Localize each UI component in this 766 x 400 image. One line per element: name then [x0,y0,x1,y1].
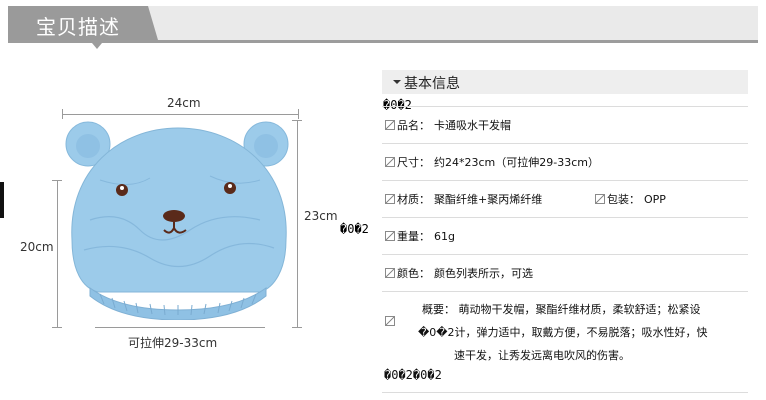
info-label: 包装： [607,193,640,206]
garbled-text-mid: �0�2 [340,222,369,236]
info-value: 卡通吸水干发帽 [434,119,511,132]
info-row-color: 颜色： 颜色列表所示，可选 [382,255,748,292]
width-dimension-line [62,114,298,115]
info-value: 颜色列表所示，可选 [434,267,533,280]
info-value: 聚酯纤维+聚丙烯纤维 [434,193,543,206]
info-row-weight: 重量： 61g [382,218,748,255]
info-value: 约24*23cm（可拉伸29-33cm） [434,156,599,169]
height-label-left: 20cm [20,240,54,254]
info-label: 颜色： [397,267,430,280]
width-tick-right [298,109,299,119]
right-tick-bottom [292,327,302,328]
bullet-icon [385,268,395,278]
bullet-icon [595,194,605,204]
info-row-size: 尺寸： 约24*23cm（可拉伸29-33cm） [382,144,748,181]
basic-info-header[interactable]: 基本信息 [382,70,748,94]
bullet-icon [385,231,395,241]
height-dimension-line-left [57,180,58,327]
garbled-text-bottom: �0�2�0�2 [384,368,442,382]
left-edge-marker [0,182,4,218]
summary-line-3: 速干发，让秀发远离电吹风的伤害。 [454,349,630,362]
info-value: OPP [644,192,666,206]
left-tick-bottom [52,327,62,328]
summary-text: 概要： 萌动物干发帽，聚酯纤维材质，柔软舒适；松紧设 �0�2计，弹力适中，取戴… [418,298,748,367]
height-label-right: 23cm [304,209,338,223]
info-row-name: 品名： 卡通吸水干发帽 [382,107,748,144]
basic-info-table: 品名： 卡通吸水干发帽 尺寸： 约24*23cm（可拉伸29-33cm） 材质：… [382,106,748,393]
bullet-icon [385,194,395,204]
info-label: 品名： [397,119,430,132]
bear-hair-cap-illustration [65,121,289,320]
height-dimension-line-right [297,120,298,327]
bullet-icon [385,120,395,130]
bullet-icon [385,157,395,167]
info-value: 61g [434,229,455,243]
section-title-tab: 宝贝描述 [8,6,158,40]
info-label: 尺寸： [397,156,430,169]
summary-line-1: 概要： 萌动物干发帽，聚酯纤维材质，柔软舒适；松紧设 [422,303,701,316]
basic-info-title: 基本信息 [404,76,460,92]
title-tab-notch [92,43,102,49]
width-tick-left [62,109,63,119]
section-title: 宝贝描述 [36,15,120,39]
summary-line-2: �0�2计，弹力适中，取戴方便，不易脱落；吸水性好，快 [418,326,708,339]
stretch-label: 可拉伸29-33cm [128,336,218,350]
info-label: 材质： [397,193,430,206]
width-label: 24cm [167,96,201,110]
caret-down-icon [393,80,401,84]
info-row-material: 材质： 聚酯纤维+聚丙烯纤维 包装： OPP [382,181,748,218]
stretch-dimension-line [95,327,265,328]
bullet-icon [385,316,395,326]
info-row-summary: 概要： 萌动物干发帽，聚酯纤维材质，柔软舒适；松紧设 �0�2计，弹力适中，取戴… [382,292,748,393]
info-label: 重量： [397,230,430,243]
